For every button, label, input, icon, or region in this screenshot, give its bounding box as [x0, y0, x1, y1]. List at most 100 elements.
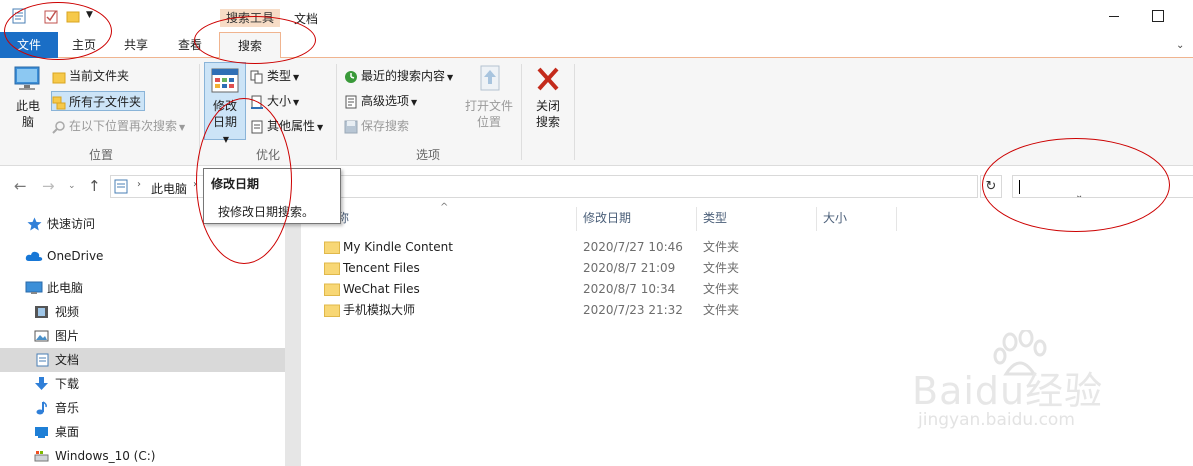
tab-file[interactable]: 文件	[0, 32, 58, 58]
search-again-label: 在以下位置再次搜索	[69, 119, 178, 133]
nav-item-documents[interactable]: 文档	[0, 348, 285, 372]
recent-locations-chevron-icon[interactable]: ⌄	[68, 181, 76, 191]
date-modified-text: 修改日期	[212, 99, 237, 129]
nav-item-onedrive[interactable]: OneDrive	[0, 244, 285, 268]
refresh-button[interactable]: ↻	[980, 175, 1002, 198]
tab-view[interactable]: 查看	[162, 32, 218, 58]
customize-toolbar-chevron-icon[interactable]: ▼	[86, 10, 93, 20]
pane-splitter[interactable]	[285, 204, 301, 466]
watermark: Baidu经验 jingyan.baidu.com	[912, 330, 1192, 450]
search-input-wrapper[interactable]	[1012, 175, 1193, 198]
nav-item-pictures[interactable]: 图片	[0, 324, 285, 348]
column-header-date[interactable]: 修改日期	[577, 207, 697, 231]
nav-item-downloads[interactable]: 下载	[0, 372, 285, 396]
column-header-type[interactable]: 类型	[697, 207, 817, 231]
breadcrumb-chevron-icon[interactable]: ›	[193, 179, 197, 190]
download-icon	[35, 377, 48, 390]
chevron-down-icon: ▼	[179, 123, 186, 132]
minimize-button[interactable]	[1104, 6, 1124, 26]
new-folder-icon[interactable]	[66, 8, 80, 24]
advanced-options-button[interactable]: 高级选项 ▼	[344, 91, 417, 111]
table-row[interactable]: WeChat Files 2020/8/7 10:34 文件夹	[321, 279, 781, 300]
file-type: 文件夹	[703, 282, 740, 296]
tab-share[interactable]: 共享	[110, 32, 162, 58]
ribbon-separator	[521, 64, 522, 160]
file-name: WeChat Files	[343, 282, 420, 296]
up-arrow-icon[interactable]: ↑	[88, 177, 101, 195]
chevron-down-icon: ▼	[293, 73, 300, 82]
table-row[interactable]: Tencent Files 2020/8/7 21:09 文件夹	[321, 258, 781, 279]
file-name: My Kindle Content	[343, 240, 453, 254]
ribbon-separator	[336, 64, 337, 160]
file-type: 文件夹	[703, 240, 740, 254]
open-file-location-label: 打开文件位置	[464, 99, 513, 129]
watermark-url: jingyan.baidu.com	[918, 410, 1075, 430]
nav-item-this-pc[interactable]: 此电脑	[0, 276, 285, 300]
kind-label: 类型	[267, 69, 292, 83]
tooltip-text: 按修改日期搜索。	[218, 205, 315, 219]
ribbon-separator	[199, 64, 200, 160]
tab-home[interactable]: 主页	[58, 32, 110, 58]
group-label-options: 选项	[416, 148, 441, 162]
column-header-name[interactable]: 称	[331, 207, 577, 231]
file-date: 2020/8/7 21:09	[583, 261, 676, 275]
ribbon-separator	[574, 64, 575, 160]
save-search-label: 保存搜索	[361, 119, 410, 133]
nav-item-label: 下载	[55, 377, 80, 391]
nav-item-label: 文档	[55, 353, 80, 367]
address-bar-row: ← → ⌄ ↑ › 此电脑 › ⌄ ↻	[0, 166, 1193, 204]
file-date: 2020/7/23 21:32	[583, 303, 683, 317]
document-icon	[36, 353, 49, 367]
kind-button[interactable]: 类型 ▼	[250, 66, 299, 86]
nav-item-videos[interactable]: 视频	[0, 300, 285, 324]
table-row[interactable]: My Kindle Content 2020/7/27 10:46 文件夹	[321, 237, 781, 258]
size-button[interactable]: 大小 ▼	[250, 91, 299, 111]
forward-arrow-icon[interactable]: →	[42, 177, 55, 195]
refresh-icon: ↻	[985, 179, 997, 194]
properties-icon[interactable]	[12, 8, 26, 24]
close-search-button[interactable]: 关闭搜索	[528, 64, 568, 130]
nav-item-desktop[interactable]: 桌面	[0, 420, 285, 444]
close-icon	[537, 67, 559, 91]
file-name: 手机模拟大师	[343, 303, 416, 317]
column-header-size[interactable]: 大小	[817, 207, 897, 231]
current-folder-label: 当前文件夹	[69, 69, 130, 83]
chevron-down-icon: ▼	[411, 98, 418, 107]
text-cursor	[1019, 180, 1020, 194]
kind-icon	[250, 70, 263, 83]
music-icon	[36, 401, 47, 415]
chevron-down-icon: ▼	[317, 123, 324, 132]
properties-icon	[251, 120, 263, 133]
breadcrumb-chevron-icon[interactable]: ›	[137, 179, 141, 190]
calendar-icon	[211, 68, 239, 93]
maximize-button[interactable]	[1148, 6, 1168, 26]
desktop-icon	[35, 427, 48, 438]
nav-item-drive-c[interactable]: Windows_10 (C:)	[0, 444, 285, 466]
all-subfolders-button[interactable]: 所有子文件夹	[51, 91, 146, 111]
open-file-location-button[interactable]: 打开文件位置	[462, 64, 516, 130]
search-again-button[interactable]: 在以下位置再次搜索 ▼	[52, 116, 185, 136]
star-icon	[27, 217, 42, 231]
chevron-down-icon: ▼	[447, 73, 454, 82]
nav-item-label: 此电脑	[47, 281, 84, 295]
breadcrumb-item[interactable]: 此电脑	[151, 180, 187, 197]
file-type: 文件夹	[703, 261, 740, 275]
save-search-button[interactable]: 保存搜索	[344, 116, 409, 136]
search-input[interactable]	[1013, 176, 1193, 197]
nav-item-music[interactable]: 音乐	[0, 396, 285, 420]
expand-ribbon-chevron-icon[interactable]: ⌄	[1176, 40, 1184, 51]
checkmark-icon[interactable]	[44, 8, 58, 24]
open-location-icon	[480, 65, 500, 91]
ribbon-tabs: 文件 主页 共享 查看 搜索	[0, 32, 1193, 59]
back-arrow-icon[interactable]: ←	[14, 177, 27, 195]
other-properties-button[interactable]: 其他属性 ▼	[250, 116, 323, 136]
date-modified-button[interactable]: 修改日期 ▼	[204, 62, 246, 144]
current-folder-button[interactable]: 当前文件夹	[52, 66, 129, 86]
this-pc-button[interactable]: 此电脑	[10, 64, 46, 130]
tab-search[interactable]: 搜索	[219, 32, 281, 59]
folder-icon	[52, 72, 66, 83]
recent-searches-button[interactable]: 最近的搜索内容 ▼	[344, 66, 453, 86]
clock-icon	[345, 70, 357, 83]
table-row[interactable]: 手机模拟大师 2020/7/23 21:32 文件夹	[321, 300, 781, 321]
close-search-label: 关闭搜索	[535, 99, 560, 129]
